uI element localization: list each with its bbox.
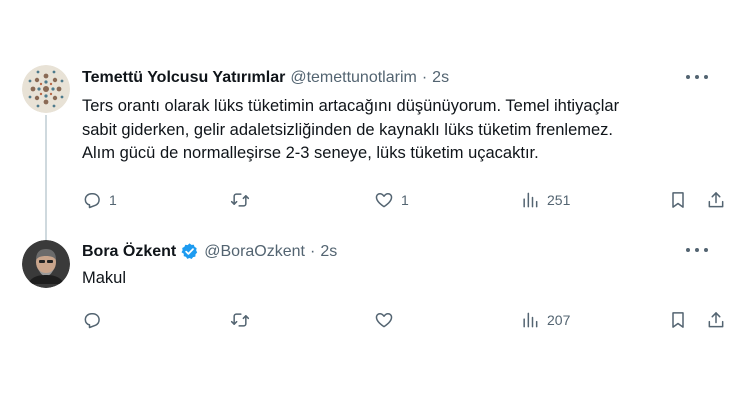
tweet-text-line: sabit giderken, gelir adaletsizliğinden …	[82, 120, 614, 139]
bookmark-icon	[672, 192, 684, 208]
retweet-icon	[230, 193, 250, 207]
retweet-button[interactable]	[230, 190, 257, 210]
user-handle[interactable]: @temettunotlarim	[290, 69, 417, 87]
timestamp[interactable]: 2s	[320, 243, 337, 261]
tweet-text-line: Alım gücü de normalleşirse 2-3 seneye, l…	[82, 144, 539, 162]
more-icon[interactable]	[686, 246, 708, 254]
view-count: 251	[547, 192, 571, 208]
reply-count: 1	[109, 192, 117, 208]
like-button[interactable]: 1	[374, 190, 409, 210]
heart-icon	[375, 193, 393, 208]
tweet-text: Ters orantı olarak lüks tüketimin artaca…	[82, 95, 722, 166]
tweet-bora[interactable]: Bora Özkent @BoraOzkent · 2s Makul 207	[0, 230, 730, 343]
like-button[interactable]	[374, 310, 401, 330]
verified-badge-icon[interactable]	[180, 242, 199, 261]
reply-icon	[84, 193, 100, 209]
conversation-thread: Temettü Yolcusu Yatırımlar @temettunotla…	[0, 55, 730, 343]
tweet-text-line: Makul	[82, 269, 127, 287]
reply-icon	[84, 313, 100, 329]
more-icon[interactable]	[686, 73, 708, 81]
share-button[interactable]	[706, 190, 726, 210]
tweet-temettu[interactable]: Temettü Yolcusu Yatırımlar @temettunotla…	[0, 55, 730, 230]
heart-icon	[375, 313, 393, 328]
timestamp[interactable]: 2s	[432, 69, 449, 87]
separator-dot: ·	[421, 69, 428, 86]
bookmark-button[interactable]	[668, 310, 688, 330]
bookmark-icon	[672, 312, 684, 328]
views-button[interactable]: 207	[520, 310, 570, 330]
reply-button[interactable]	[82, 310, 109, 330]
display-name[interactable]: Temettü Yolcusu Yatırımlar	[82, 69, 285, 87]
views-button[interactable]: 251	[520, 190, 570, 210]
view-count: 207	[547, 312, 571, 328]
tweet-actions: 207	[82, 310, 724, 330]
share-button[interactable]	[706, 310, 726, 330]
user-handle[interactable]: @BoraOzkent	[204, 243, 305, 261]
avatar[interactable]	[22, 240, 70, 288]
like-count: 1	[401, 192, 409, 208]
share-icon	[708, 312, 724, 328]
tweet-header: Bora Özkent @BoraOzkent · 2s	[82, 242, 337, 261]
bookmark-button[interactable]	[668, 190, 688, 210]
display-name[interactable]: Bora Özkent	[82, 243, 176, 261]
retweet-button[interactable]	[230, 310, 257, 330]
views-icon	[523, 192, 538, 208]
reply-button[interactable]: 1	[82, 190, 117, 210]
retweet-icon	[230, 313, 250, 327]
tweet-actions: 1 1 251	[82, 190, 724, 210]
separator-dot: ·	[309, 242, 316, 260]
tweet-text: Makul	[82, 267, 722, 291]
tweet-text-line: Ters orantı olarak lüks tüketimin artaca…	[82, 97, 620, 115]
avatar[interactable]	[22, 65, 70, 113]
share-icon	[708, 192, 724, 208]
tweet-header: Temettü Yolcusu Yatırımlar @temettunotla…	[82, 69, 449, 87]
views-icon	[523, 312, 538, 328]
